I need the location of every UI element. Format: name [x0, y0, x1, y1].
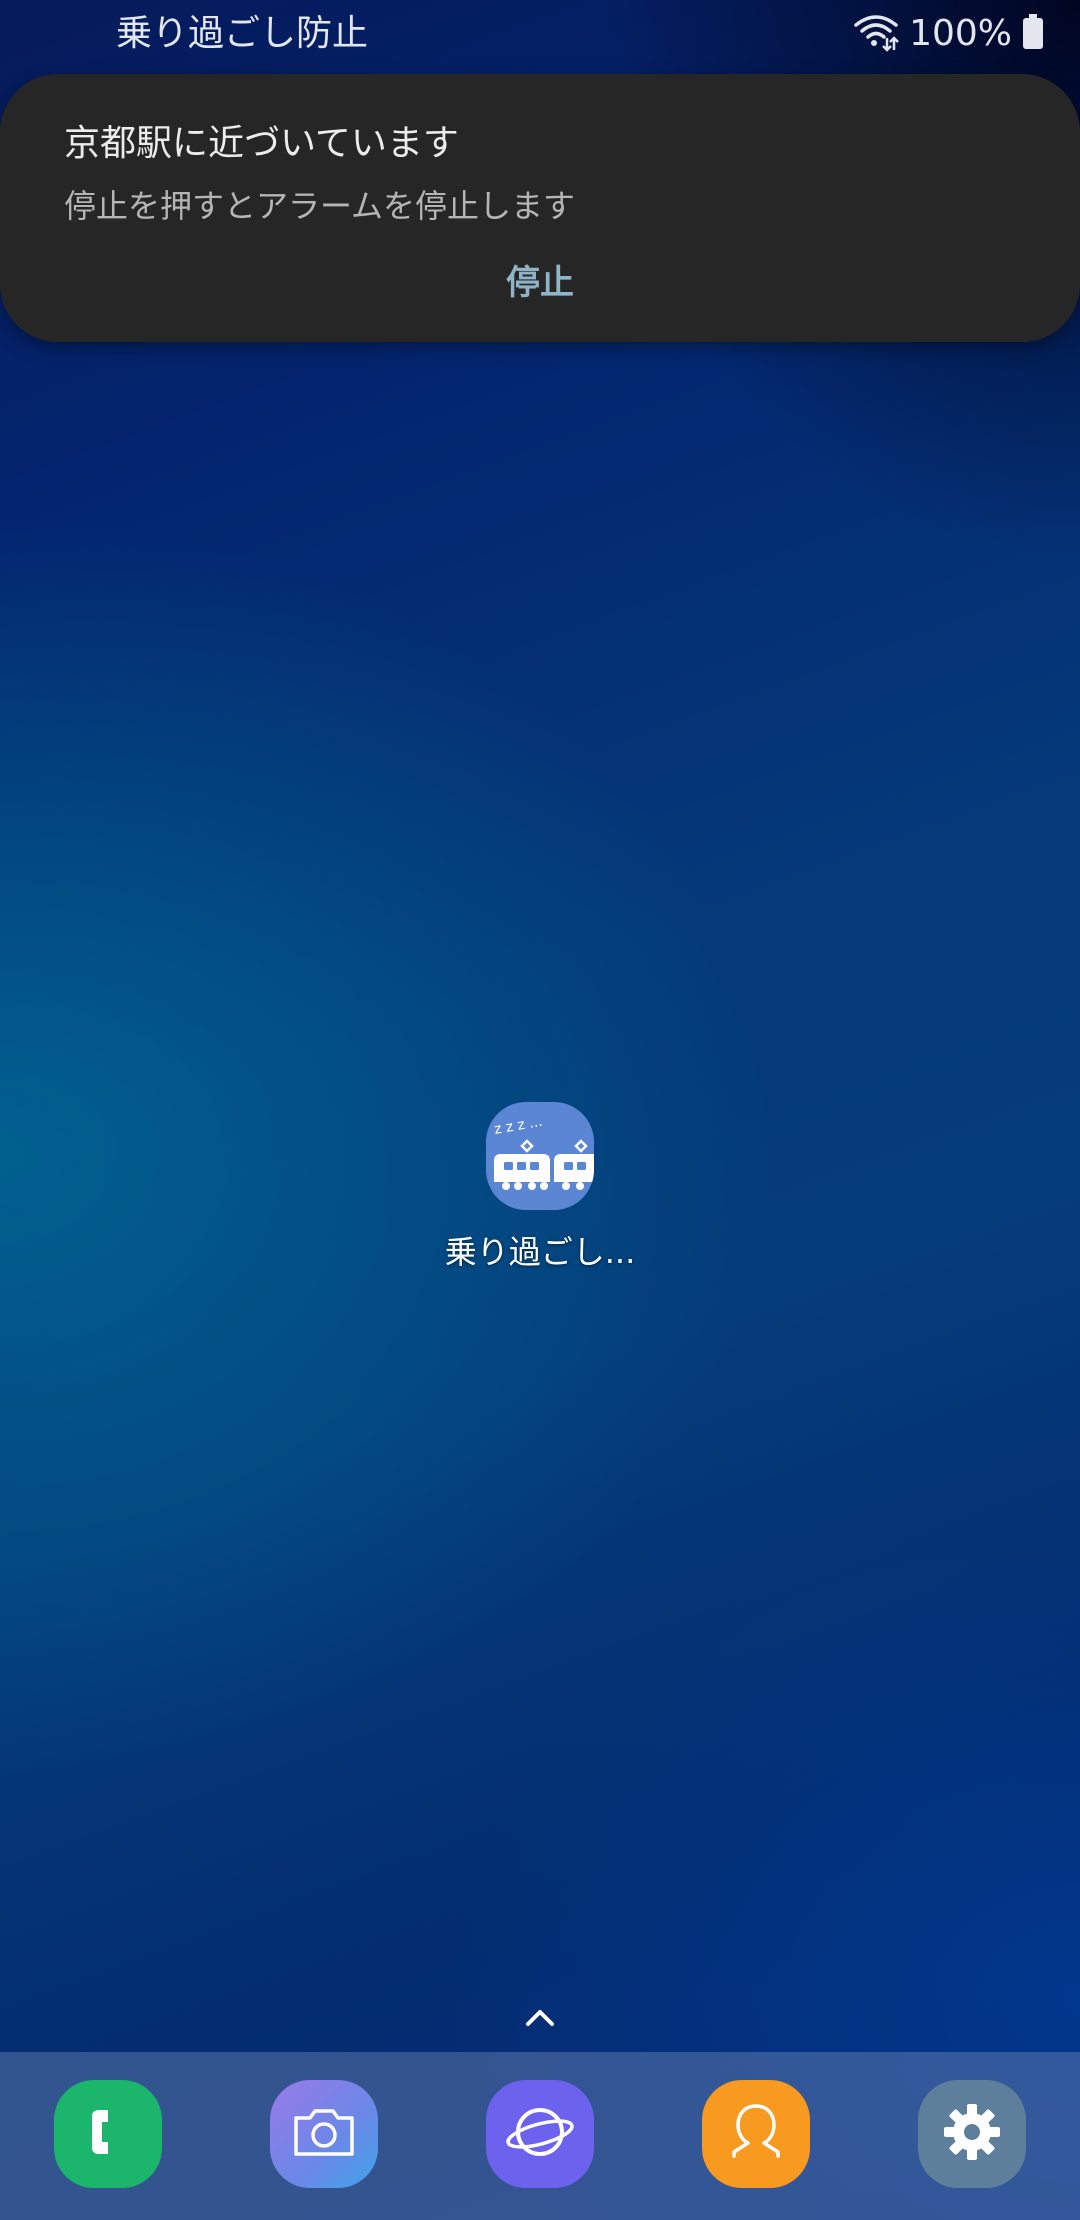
- battery-icon: [1022, 14, 1044, 54]
- gear-icon: [938, 2098, 1006, 2170]
- notification-title: 京都駅に近づいています: [64, 123, 459, 164]
- browser-app[interactable]: [486, 2080, 594, 2188]
- phone-icon: [76, 2100, 140, 2168]
- wifi-icon: [853, 12, 899, 56]
- status-app-title: 乗り過ごし防止: [116, 13, 369, 54]
- chevron-up-icon[interactable]: [516, 2000, 564, 2032]
- app-label: 乗り過ごし...: [444, 1233, 636, 1271]
- phone-app[interactable]: [54, 2080, 162, 2188]
- heads-up-notification[interactable]: 京都駅に近づいています 停止を押すとアラームを停止します 停止: [0, 74, 1080, 342]
- notification-body: 停止を押すとアラームを停止します: [64, 187, 576, 225]
- settings-app[interactable]: [918, 2080, 1026, 2188]
- contacts-app[interactable]: [702, 2080, 810, 2188]
- status-indicators: 100%: [853, 12, 1044, 56]
- stop-alarm-button[interactable]: 停止: [470, 260, 610, 306]
- contacts-icon: [720, 2096, 792, 2172]
- home-app-shortcut[interactable]: z z z ... 乗り過ごし...: [440, 1100, 640, 1280]
- camera-icon: [290, 2104, 358, 2164]
- browser-icon: [504, 2096, 576, 2172]
- sleeping-train-icon[interactable]: z z z ...: [486, 1102, 594, 1210]
- svg-text:z z z ...: z z z ...: [493, 1114, 544, 1138]
- dock: [0, 2052, 1080, 2220]
- camera-app[interactable]: [270, 2080, 378, 2188]
- status-bar: 乗り過ごし防止 100%: [0, 0, 1080, 68]
- battery-percent: 100%: [909, 13, 1012, 54]
